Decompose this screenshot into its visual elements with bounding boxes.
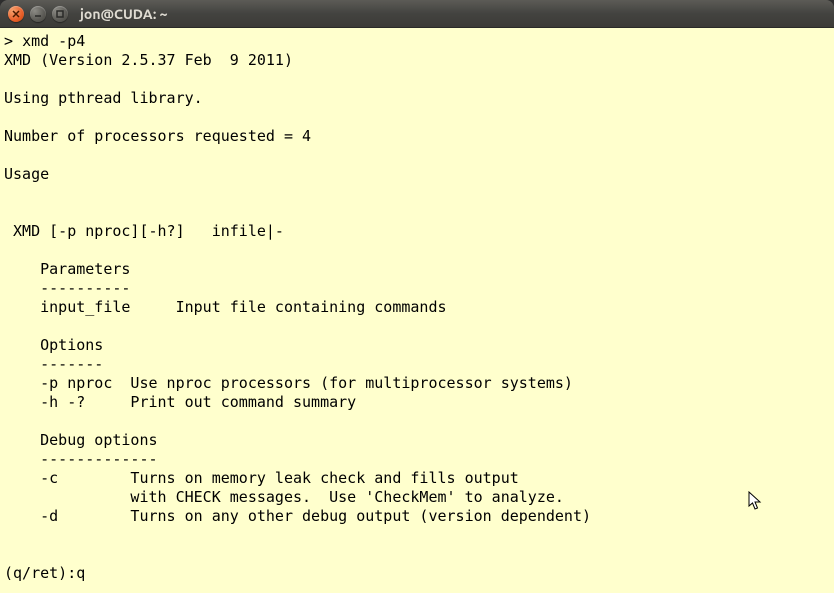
window-title: jon@CUDA: ~: [80, 6, 167, 22]
output-line: -------: [4, 355, 103, 373]
output-line: -d Turns on any other debug output (vers…: [4, 507, 591, 525]
terminal-window: jon@CUDA: ~ > xmd -p4 XMD (Version 2.5.3…: [0, 0, 834, 593]
output-line: input_file Input file containing command…: [4, 298, 447, 316]
output-line: -c Turns on memory leak check and fills …: [4, 469, 519, 487]
output-line: -------------: [4, 450, 158, 468]
terminal-body[interactable]: > xmd -p4 XMD (Version 2.5.37 Feb 9 2011…: [0, 28, 834, 593]
output-line: with CHECK messages. Use 'CheckMem' to a…: [4, 488, 564, 506]
output-line: Number of processors requested = 4: [4, 127, 311, 145]
prompt: >: [4, 32, 22, 50]
maximize-icon: [55, 9, 65, 19]
output-line: Using pthread library.: [4, 89, 203, 107]
minimize-icon: [33, 9, 43, 19]
output-line: -p nproc Use nproc processors (for multi…: [4, 374, 573, 392]
pager-prompt: (q/ret):: [4, 564, 76, 582]
output-line: XMD [-p nproc][-h?] infile|-: [4, 222, 284, 240]
maximize-button[interactable]: [52, 6, 68, 22]
close-button[interactable]: [8, 6, 24, 22]
entered-command: xmd -p4: [22, 32, 85, 50]
output-line: Debug options: [4, 431, 158, 449]
minimize-button[interactable]: [30, 6, 46, 22]
pager-input: q: [76, 564, 85, 582]
output-line: -h -? Print out command summary: [4, 393, 356, 411]
output-line: Options: [4, 336, 103, 354]
output-line: Usage: [4, 165, 49, 183]
window-controls: [8, 6, 68, 22]
output-line: ----------: [4, 279, 130, 297]
output-line: Parameters: [4, 260, 130, 278]
mouse-cursor-icon: [748, 491, 764, 513]
titlebar: jon@CUDA: ~: [0, 0, 834, 28]
close-icon: [11, 9, 21, 19]
output-line: XMD (Version 2.5.37 Feb 9 2011): [4, 51, 293, 69]
